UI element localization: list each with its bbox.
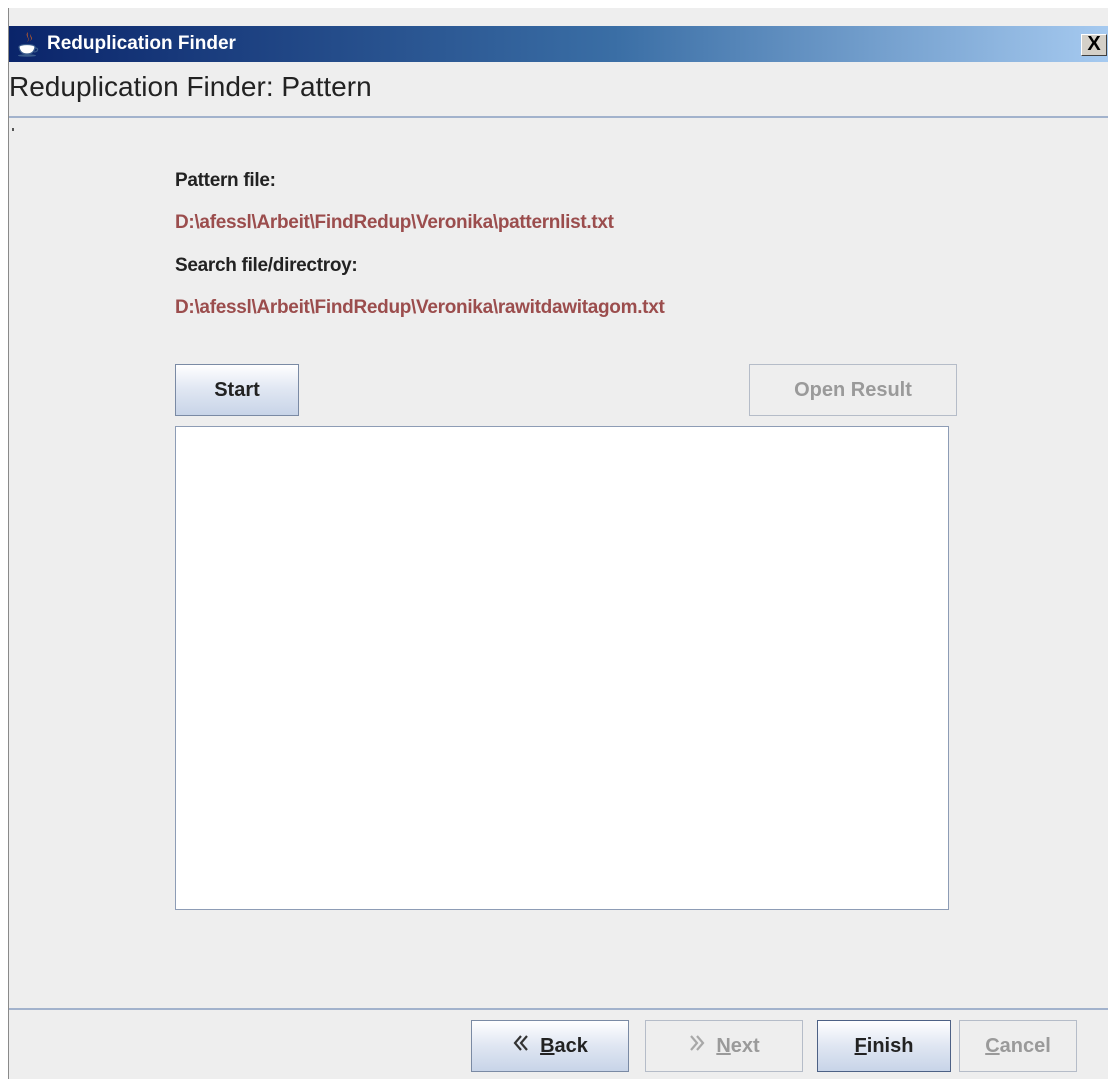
window-title: Reduplication Finder xyxy=(47,33,236,54)
search-file-path: D:\afessl\Arbeit\FindRedup\Veronika\rawi… xyxy=(175,297,665,318)
finish-button-label: Finish xyxy=(854,1034,914,1057)
wizard-header: Reduplication Finder: Pattern xyxy=(9,62,1108,118)
java-cup-icon xyxy=(16,31,40,57)
next-button[interactable]: Next xyxy=(645,1020,803,1072)
cancel-button-label: Cancel xyxy=(985,1034,1051,1057)
wizard-window: Reduplication Finder X Reduplication Fin… xyxy=(8,8,1108,1079)
cancel-button[interactable]: Cancel xyxy=(959,1020,1077,1072)
open-result-button-label: Open Result xyxy=(794,378,912,401)
divider-mark xyxy=(12,128,14,131)
footer-divider xyxy=(9,1008,1108,1010)
next-button-label: Next xyxy=(716,1034,760,1057)
back-button-label: Back xyxy=(540,1034,588,1057)
close-window-button[interactable]: X xyxy=(1081,34,1107,56)
back-button[interactable]: Back xyxy=(471,1020,629,1072)
result-output-area[interactable] xyxy=(175,426,949,910)
page-title: Reduplication Finder: Pattern xyxy=(9,71,372,102)
start-button[interactable]: Start xyxy=(175,364,299,416)
title-bar[interactable]: Reduplication Finder X xyxy=(9,26,1108,62)
search-file-label: Search file/directroy: xyxy=(175,255,358,276)
double-chevron-left-icon xyxy=(512,1034,530,1058)
pattern-file-path: D:\afessl\Arbeit\FindRedup\Veronika\patt… xyxy=(175,212,614,233)
finish-button[interactable]: Finish xyxy=(817,1020,951,1072)
open-result-button[interactable]: Open Result xyxy=(749,364,957,416)
start-button-label: Start xyxy=(214,378,260,401)
pattern-file-label: Pattern file: xyxy=(175,170,276,191)
double-chevron-right-icon xyxy=(688,1034,706,1058)
